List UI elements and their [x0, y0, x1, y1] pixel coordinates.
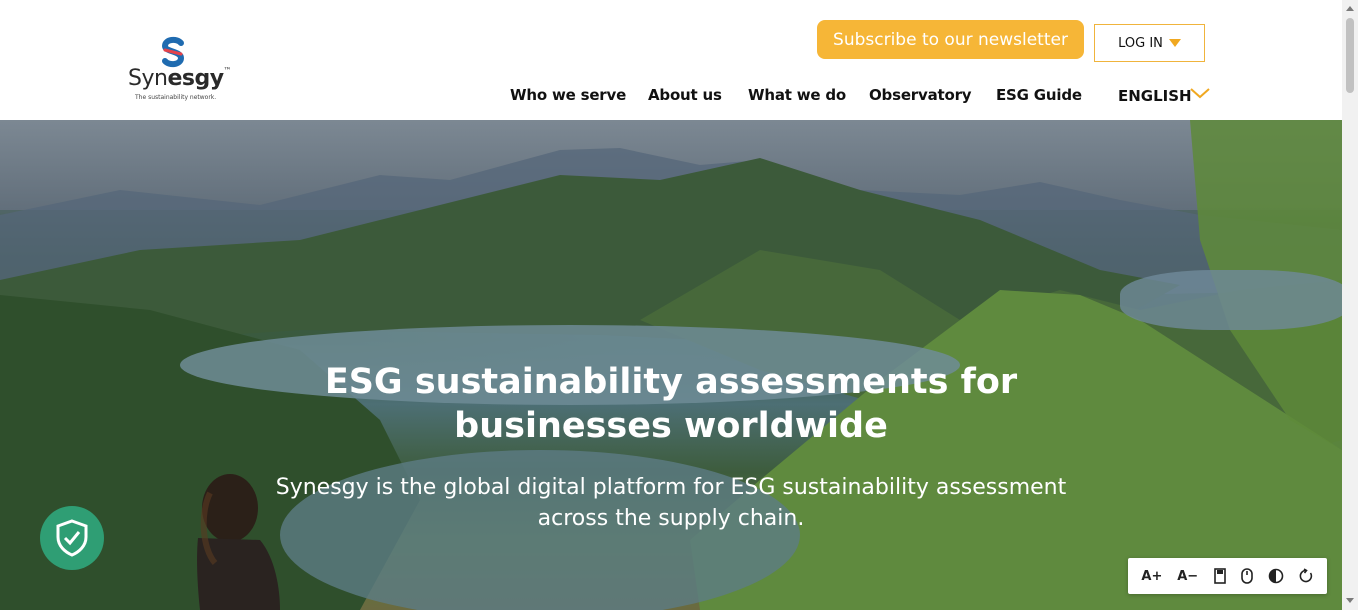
caret-down-icon — [1168, 39, 1181, 47]
site-header: Synesgy™ The sustainability network. Sub… — [0, 0, 1342, 120]
login-button[interactable]: LOG IN — [1094, 24, 1205, 62]
synesgy-logo-mark — [161, 36, 185, 68]
logo-tagline: The sustainability network. — [135, 94, 217, 101]
scrollbar-thumb[interactable] — [1346, 18, 1354, 93]
scroll-down-icon[interactable] — [1346, 598, 1354, 603]
nav-what-we-do[interactable]: What we do — [748, 86, 846, 104]
accessibility-toolbar: A+ A− — [1128, 558, 1327, 594]
login-label: LOG IN — [1118, 35, 1163, 51]
hero-title-line2: businesses worldwide — [454, 406, 888, 446]
nav-esg-guide[interactable]: ESG Guide — [996, 86, 1082, 104]
increase-text-button[interactable]: A+ — [1141, 569, 1163, 584]
vertical-scrollbar[interactable] — [1342, 0, 1358, 610]
contrast-icon[interactable] — [1268, 568, 1284, 584]
nav-who-we-serve[interactable]: Who we serve — [510, 86, 626, 104]
hero-subtitle-line2: across the supply chain. — [537, 506, 805, 531]
hero-subtitle: Synesgy is the global digital platform f… — [0, 472, 1342, 534]
synesgy-logo[interactable]: Synesgy™ The sustainability network. — [128, 36, 232, 104]
nav-about-us[interactable]: About us — [648, 86, 722, 104]
cursor-icon[interactable] — [1240, 568, 1254, 584]
reset-icon[interactable] — [1298, 568, 1314, 584]
hero-title: ESG sustainability assessments for busin… — [0, 360, 1342, 448]
chevron-down-icon[interactable] — [1189, 86, 1211, 100]
nav-observatory[interactable]: Observatory — [869, 86, 972, 104]
readable-font-icon[interactable] — [1213, 568, 1227, 584]
privacy-shield-button[interactable] — [40, 506, 104, 570]
hero-lake-right — [1120, 270, 1342, 330]
newsletter-button[interactable]: Subscribe to our newsletter — [817, 20, 1084, 59]
shield-check-icon — [56, 519, 88, 557]
language-selector[interactable]: ENGLISH — [1118, 87, 1192, 105]
hero-section: ESG sustainability assessments for busin… — [0, 120, 1342, 610]
hero-title-line1: ESG sustainability assessments for — [324, 362, 1018, 402]
hero-subtitle-line1: Synesgy is the global digital platform f… — [275, 475, 1067, 500]
logo-wordmark: Synesgy™ — [128, 66, 232, 91]
decrease-text-button[interactable]: A− — [1177, 569, 1199, 584]
page: Synesgy™ The sustainability network. Sub… — [0, 0, 1358, 610]
scroll-up-icon[interactable] — [1346, 6, 1354, 11]
